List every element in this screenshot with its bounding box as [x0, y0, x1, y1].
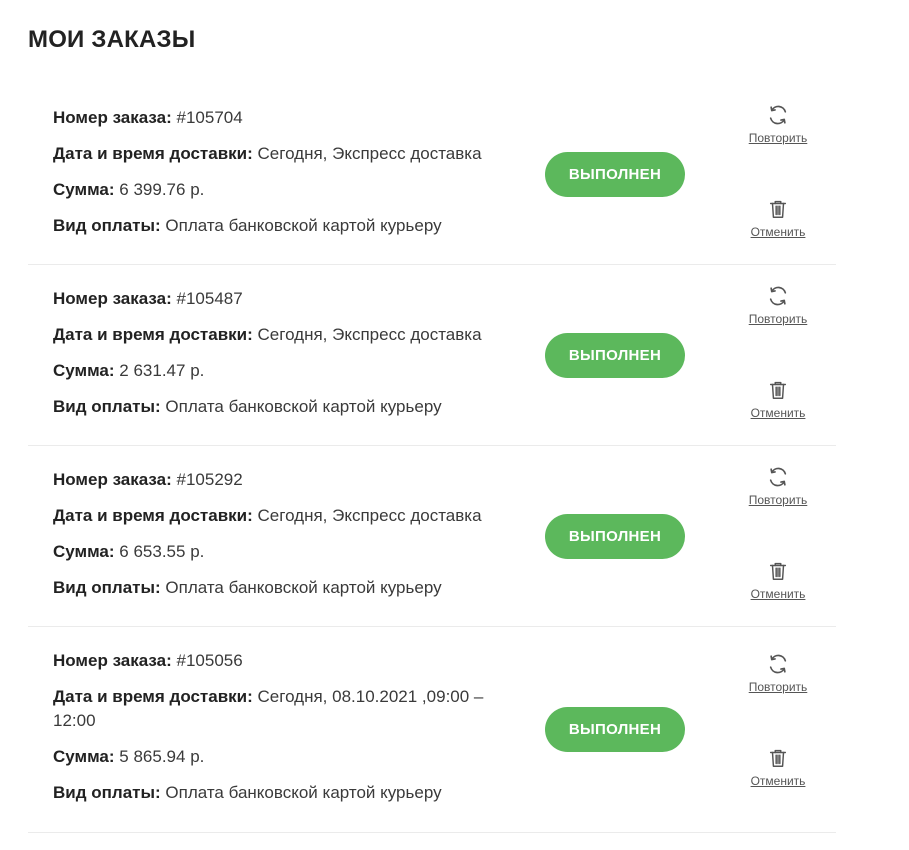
payment-line: Вид оплаты: Оплата банковской картой кур…: [53, 576, 523, 600]
status-badge: ВЫПОЛНЕН: [545, 514, 685, 559]
payment-value: Оплата банковской картой курьеру: [165, 783, 442, 802]
repeat-order-button[interactable]: Повторить: [738, 285, 818, 326]
payment-line: Вид оплаты: Оплата банковской картой кур…: [53, 214, 523, 238]
delivery-label: Дата и время доставки:: [53, 144, 253, 163]
refresh-icon: [769, 286, 787, 306]
cancel-label[interactable]: Отменить: [751, 774, 806, 788]
repeat-order-button[interactable]: Повторить: [738, 653, 818, 694]
refresh-icon: [769, 654, 787, 674]
sum-label: Сумма:: [53, 361, 115, 380]
cancel-order-button[interactable]: Отменить: [738, 198, 818, 239]
repeat-label[interactable]: Повторить: [749, 131, 808, 145]
trash-icon: [769, 200, 787, 218]
order-number-label: Номер заказа:: [53, 108, 172, 127]
delivery-value: Сегодня, Экспресс доставка: [257, 506, 482, 525]
sum-value: 6 399.76 р.: [119, 180, 205, 199]
repeat-order-button[interactable]: Повторить: [738, 466, 818, 507]
order-card: Номер заказа: #105487 Дата и время доста…: [28, 265, 836, 446]
repeat-order-button[interactable]: Повторить: [738, 104, 818, 145]
cancel-label[interactable]: Отменить: [751, 406, 806, 420]
order-number-line: Номер заказа: #105056: [53, 649, 523, 673]
cancel-order-button[interactable]: Отменить: [738, 379, 818, 420]
orders-list: Номер заказа: #105704 Дата и время доста…: [28, 84, 836, 833]
order-number-line: Номер заказа: #105704: [53, 106, 523, 130]
sum-line: Сумма: 2 631.47 р.: [53, 359, 523, 383]
order-number-line: Номер заказа: #105292: [53, 468, 523, 492]
status-badge: ВЫПОЛНЕН: [545, 152, 685, 197]
sum-value: 5 865.94 р.: [119, 747, 205, 766]
repeat-label[interactable]: Повторить: [749, 493, 808, 507]
order-info: Номер заказа: #105704 Дата и время доста…: [53, 106, 523, 250]
order-info: Номер заказа: #105292 Дата и время доста…: [53, 468, 523, 612]
payment-line: Вид оплаты: Оплата банковской картой кур…: [53, 781, 523, 805]
sum-line: Сумма: 6 399.76 р.: [53, 178, 523, 202]
status-badge: ВЫПОЛНЕН: [545, 333, 685, 378]
delivery-label: Дата и время доставки:: [53, 506, 253, 525]
sum-label: Сумма:: [53, 542, 115, 561]
sum-line: Сумма: 6 653.55 р.: [53, 540, 523, 564]
cancel-order-button[interactable]: Отменить: [738, 560, 818, 601]
cancel-order-button[interactable]: Отменить: [738, 747, 818, 788]
order-info: Номер заказа: #105487 Дата и время доста…: [53, 287, 523, 431]
order-number-line: Номер заказа: #105487: [53, 287, 523, 311]
order-card: Номер заказа: #105056 Дата и время доста…: [28, 627, 836, 833]
order-number-value: #105292: [176, 470, 243, 489]
delivery-line: Дата и время доставки: Сегодня, 08.10.20…: [53, 685, 523, 733]
payment-label: Вид оплаты:: [53, 578, 161, 597]
sum-label: Сумма:: [53, 180, 115, 199]
sum-label: Сумма:: [53, 747, 115, 766]
payment-value: Оплата банковской картой курьеру: [165, 578, 442, 597]
order-number-value: #105487: [176, 289, 243, 308]
sum-value: 2 631.47 р.: [119, 361, 205, 380]
delivery-line: Дата и время доставки: Сегодня, Экспресс…: [53, 142, 523, 166]
order-info: Номер заказа: #105056 Дата и время доста…: [53, 649, 523, 817]
refresh-icon: [769, 467, 787, 487]
payment-value: Оплата банковской картой курьеру: [165, 216, 442, 235]
delivery-value: Сегодня, Экспресс доставка: [257, 144, 482, 163]
payment-label: Вид оплаты:: [53, 783, 161, 802]
order-number-value: #105056: [176, 651, 243, 670]
payment-value: Оплата банковской картой курьеру: [165, 397, 442, 416]
sum-value: 6 653.55 р.: [119, 542, 205, 561]
trash-icon: [769, 562, 787, 580]
trash-icon: [769, 381, 787, 399]
payment-label: Вид оплаты:: [53, 216, 161, 235]
delivery-label: Дата и время доставки:: [53, 325, 253, 344]
order-number-label: Номер заказа:: [53, 651, 172, 670]
payment-label: Вид оплаты:: [53, 397, 161, 416]
order-number-label: Номер заказа:: [53, 470, 172, 489]
sum-line: Сумма: 5 865.94 р.: [53, 745, 523, 769]
order-card: Номер заказа: #105704 Дата и время доста…: [28, 84, 836, 265]
order-number-label: Номер заказа:: [53, 289, 172, 308]
order-number-value: #105704: [176, 108, 243, 127]
repeat-label[interactable]: Повторить: [749, 680, 808, 694]
page-title: МОИ ЗАКАЗЫ: [28, 26, 196, 53]
delivery-line: Дата и время доставки: Сегодня, Экспресс…: [53, 323, 523, 347]
delivery-label: Дата и время доставки:: [53, 687, 253, 706]
refresh-icon: [769, 105, 787, 125]
order-card: Номер заказа: #105292 Дата и время доста…: [28, 446, 836, 627]
repeat-label[interactable]: Повторить: [749, 312, 808, 326]
delivery-line: Дата и время доставки: Сегодня, Экспресс…: [53, 504, 523, 528]
trash-icon: [769, 749, 787, 767]
cancel-label[interactable]: Отменить: [751, 587, 806, 601]
status-badge: ВЫПОЛНЕН: [545, 707, 685, 752]
delivery-value: Сегодня, Экспресс доставка: [257, 325, 482, 344]
payment-line: Вид оплаты: Оплата банковской картой кур…: [53, 395, 523, 419]
cancel-label[interactable]: Отменить: [751, 225, 806, 239]
